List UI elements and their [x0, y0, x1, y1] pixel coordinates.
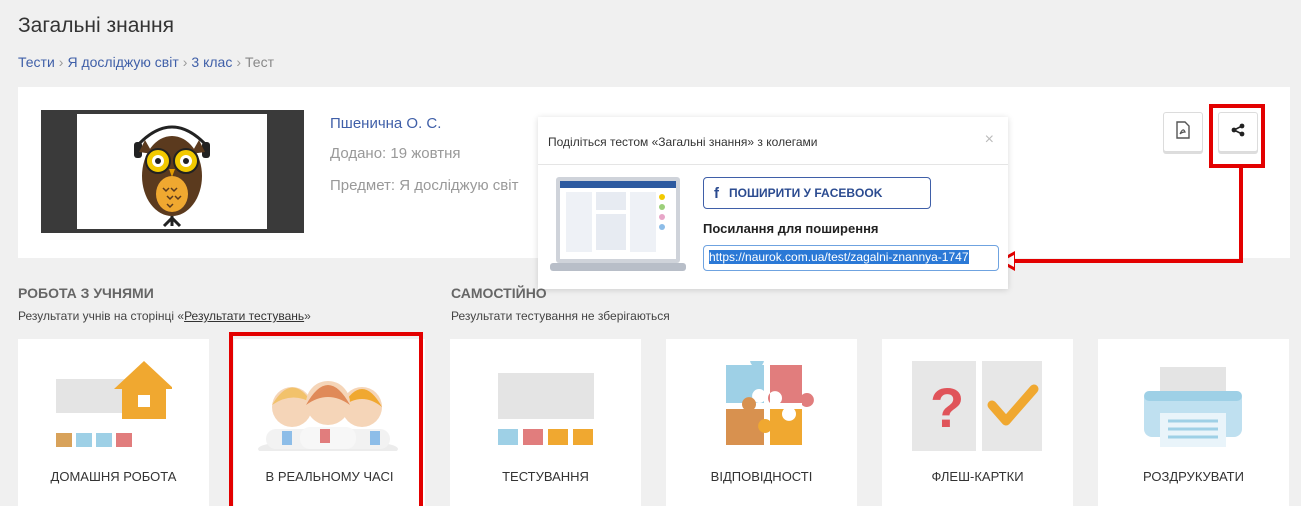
added-date: Додано: 19 жовтня [330, 145, 461, 162]
close-icon[interactable]: × [985, 131, 994, 149]
breadcrumb: Тести › Я досліджую світ › 3 клас › Тест [18, 54, 274, 70]
page-title: Загальні знання [18, 14, 175, 37]
annotation-arrow-line [1239, 168, 1243, 263]
share-popup-header: Поділіться тестом «Загальні знання» з ко… [538, 117, 1008, 165]
share-link-field[interactable]: https://naurok.com.ua/test/zagalni-znann… [703, 245, 999, 271]
section-subtitle-suffix: » [304, 309, 311, 323]
test-thumbnail [41, 110, 304, 233]
tile-homework[interactable]: ДОМАШНЯ РОБОТА [18, 339, 209, 506]
share-link-value: https://naurok.com.ua/test/zagalni-znann… [709, 250, 969, 264]
section-title-self: САМОСТІЙНО [451, 285, 547, 301]
pdf-icon [1175, 120, 1191, 144]
share-popup: Поділіться тестом «Загальні знання» з ко… [538, 117, 1008, 289]
facebook-button-label: ПОШИРИТИ У FACEBOOK [729, 186, 883, 200]
section-subtitle-with-students: Результати учнів на сторінці «Результати… [18, 309, 311, 323]
tile-testing[interactable]: ТЕСТУВАННЯ [450, 339, 641, 506]
share-highlight-box [1209, 104, 1265, 168]
share-facebook-button[interactable]: f ПОШИРИТИ У FACEBOOK [703, 177, 931, 209]
tile-label: ВІДПОВІДНОСТІ [710, 469, 813, 484]
breadcrumb-separator: › [182, 54, 188, 70]
breadcrumb-subject[interactable]: Я досліджую світ [67, 54, 178, 70]
flashcards-icon: ? [912, 361, 1042, 451]
share-link-label: Посилання для поширення [703, 221, 879, 236]
subject-text: Предмет: Я досліджую світ [330, 177, 519, 194]
author-link[interactable]: Пшенична О. С. [330, 115, 441, 132]
tile-flashcards[interactable]: ? ФЛЕШ-КАРТКИ [882, 339, 1073, 506]
tile-label: ДОМАШНЯ РОБОТА [50, 469, 177, 484]
breadcrumb-current: Тест [245, 54, 274, 70]
share-popup-title: Поділіться тестом «Загальні знання» з ко… [548, 135, 818, 149]
facebook-icon: f [714, 184, 719, 202]
homework-icon [56, 361, 172, 447]
laptop-illustration [550, 177, 686, 277]
pdf-button[interactable] [1163, 112, 1203, 152]
breadcrumb-tests[interactable]: Тести [18, 54, 55, 70]
tile-label: РОЗДРУКУВАТИ [1143, 469, 1244, 484]
tile-matching[interactable]: ВІДПОВІДНОСТІ [666, 339, 857, 506]
section-subtitle-prefix: Результати учнів на сторінці « [18, 309, 185, 323]
breadcrumb-separator: › [58, 54, 64, 70]
results-link[interactable]: Результати тестувань [184, 309, 304, 323]
printer-icon [1144, 367, 1242, 447]
realtime-highlight-box [229, 332, 423, 506]
breadcrumb-separator: › [236, 54, 242, 70]
owl-image [77, 114, 267, 229]
section-subtitle-self: Результати тестування не зберігаються [451, 309, 670, 323]
tile-label: ФЛЕШ-КАРТКИ [931, 469, 1024, 484]
puzzle-icon [726, 361, 814, 445]
testing-icon [498, 373, 594, 445]
svg-text:?: ? [930, 376, 964, 439]
section-title-with-students: РОБОТА З УЧНЯМИ [18, 285, 154, 301]
breadcrumb-grade[interactable]: 3 клас [191, 54, 232, 70]
tile-print[interactable]: РОЗДРУКУВАТИ [1098, 339, 1289, 506]
tile-label: ТЕСТУВАННЯ [502, 469, 589, 484]
annotation-arrow-line [1012, 259, 1243, 263]
